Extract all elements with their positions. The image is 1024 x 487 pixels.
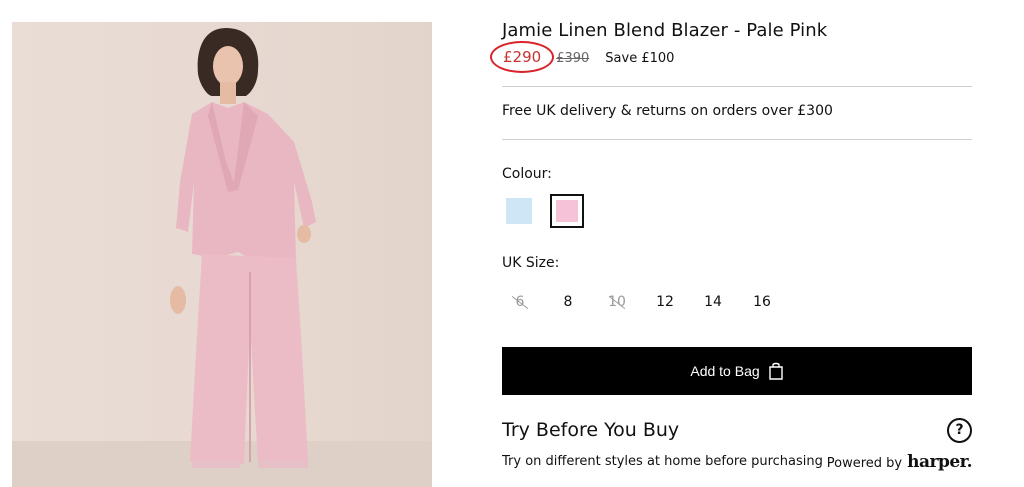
- add-to-bag-label: Add to Bag: [690, 363, 760, 379]
- size-label: UK Size:: [502, 255, 560, 271]
- size-option-6[interactable]: 6: [505, 294, 535, 310]
- size-option-16[interactable]: 16: [747, 294, 777, 310]
- swatch-fill: [556, 200, 578, 222]
- original-price: £390: [556, 51, 590, 66]
- help-question-icon[interactable]: ?: [947, 418, 972, 443]
- colour-swatch-pale-blue[interactable]: [502, 194, 536, 228]
- divider-top: [502, 86, 972, 87]
- size-value: 12: [656, 294, 674, 310]
- try-before-you-buy-subtitle: Try on different styles at home before p…: [502, 454, 823, 469]
- model-illustration: [170, 28, 316, 468]
- divider-bottom: [502, 139, 972, 140]
- size-option-14[interactable]: 14: [698, 294, 728, 310]
- product-title: Jamie Linen Blend Blazer - Pale Pink: [502, 20, 828, 41]
- powered-by-text: Powered by: [826, 456, 903, 471]
- savings-text: Save £100: [605, 51, 675, 66]
- delivery-info: Free UK delivery & returns on orders ove…: [502, 103, 833, 119]
- add-to-bag-button[interactable]: Add to Bag: [502, 347, 972, 395]
- size-option-12[interactable]: 12: [650, 294, 680, 310]
- colour-label: Colour:: [502, 166, 552, 182]
- shopping-bag-icon: [768, 362, 783, 380]
- try-before-you-buy-title: Try Before You Buy: [502, 419, 680, 441]
- swatch-fill: [506, 198, 532, 224]
- colour-swatch-pale-pink[interactable]: [550, 194, 584, 228]
- size-option-10[interactable]: 10: [602, 294, 632, 310]
- harper-logo[interactable]: harper.: [907, 452, 972, 472]
- current-price: £290: [490, 41, 554, 73]
- current-price-text: £290: [503, 48, 542, 66]
- product-image: [12, 22, 432, 487]
- size-value: 14: [704, 294, 722, 310]
- size-value: 8: [563, 294, 573, 310]
- size-value: 16: [753, 294, 771, 310]
- size-option-8[interactable]: 8: [553, 294, 583, 310]
- powered-by: Powered by harper.: [826, 452, 973, 472]
- price-row: £290 £390 Save £100: [490, 41, 675, 73]
